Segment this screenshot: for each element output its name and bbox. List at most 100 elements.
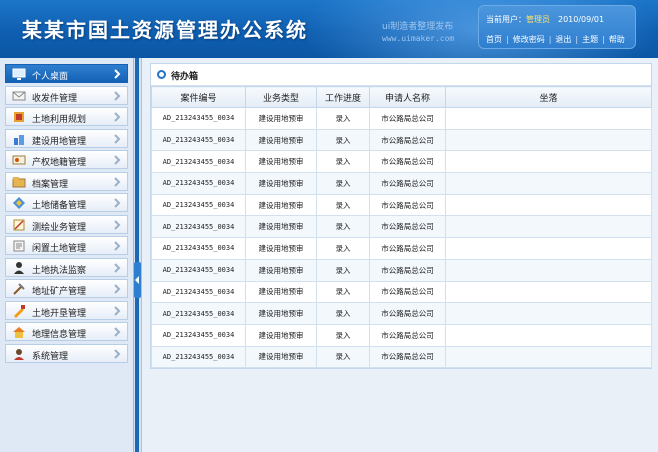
land-reserve-icon (13, 197, 25, 209)
sidebar-item-system[interactable]: 系统管理 (5, 343, 128, 363)
sidebar-item-geo-info[interactable]: 地理信息管理 (5, 322, 128, 341)
sidebar-item-label: 土地利用规划 (32, 115, 87, 125)
todo-panel: 待办箱 案件编号 业务类型 工作进度 申请人名称 坐落 AD_213243455… (150, 63, 652, 369)
table-row[interactable]: AD_213243455_0034 建设用地预审 录入 市公路局总公司 (151, 215, 652, 239)
table-row[interactable]: AD_213243455_0034 建设用地预审 录入 市公路局总公司 (151, 107, 652, 130)
cell-case-number: AD_213243455_0034 (151, 258, 246, 282)
sidebar-item-mail[interactable]: 收发件管理 (5, 85, 128, 105)
table-row[interactable]: AD_213243455_0034 建设用地预审 录入 市公路局总公司 (151, 172, 652, 195)
column-header-case-number[interactable]: 案件编号 (151, 86, 246, 108)
sidebar-item-idle-land[interactable]: 闲置土地管理 (5, 236, 128, 255)
table-row[interactable]: AD_213243455_0034 建设用地预审 录入 市公路局总公司 (151, 258, 652, 282)
chevron-right-icon (114, 219, 121, 230)
table-row[interactable]: AD_213243455_0034 建设用地预审 录入 市公路局总公司 (151, 150, 652, 174)
chevron-right-icon (114, 133, 121, 144)
cell-case-number: AD_213243455_0034 (151, 172, 246, 195)
table-row[interactable]: AD_213243455_0034 建设用地预审 录入 市公路局总公司 (151, 128, 652, 152)
nav-home-link[interactable]: 首页 (486, 35, 502, 44)
chevron-left-icon (135, 276, 139, 284)
splitter-bar (135, 58, 139, 452)
mining-icon (13, 283, 25, 295)
nav-help-link[interactable]: 帮助 (609, 35, 625, 44)
cell-progress: 录入 (316, 237, 370, 260)
user-info: 当前用户：管理员 2010/09/01 (486, 14, 604, 25)
table-row[interactable]: AD_213243455_0034 建设用地预审 录入 市公路局总公司 (151, 280, 652, 304)
watermark-line2: www.uimaker.com (382, 34, 455, 43)
cell-progress: 录入 (316, 150, 370, 174)
sidebar-item-survey[interactable]: 测绘业务管理 (5, 214, 128, 234)
cell-location (445, 323, 652, 347)
cell-business-type: 建设用地预审 (245, 280, 317, 304)
nav-separator: | (575, 35, 579, 44)
sidebar-splitter (134, 58, 142, 452)
cell-progress: 录入 (316, 193, 370, 217)
sidebar-item-property[interactable]: 产权地籍管理 (5, 150, 128, 169)
column-header-business-type[interactable]: 业务类型 (245, 86, 317, 108)
cell-progress: 录入 (316, 128, 370, 152)
cell-case-number: AD_213243455_0034 (151, 237, 246, 260)
sidebar-item-label: 建设用地管理 (32, 136, 87, 147)
chevron-right-icon (114, 155, 121, 165)
chevron-right-icon (114, 198, 121, 208)
cell-business-type: 建设用地预审 (245, 302, 317, 325)
table-row[interactable]: AD_213243455_0034 建设用地预审 录入 市公路局总公司 (151, 323, 652, 347)
cell-progress: 录入 (316, 215, 370, 239)
cell-applicant: 市公路局总公司 (369, 107, 446, 130)
table-row[interactable]: AD_213243455_0034 建设用地预审 录入 市公路局总公司 (151, 193, 652, 217)
table-row[interactable]: AD_213243455_0034 建设用地预审 录入 市公路局总公司 (151, 345, 652, 369)
cell-location (445, 302, 652, 325)
sidebar-item-law-enforcement[interactable]: 土地执法监察 (5, 257, 128, 277)
sidebar-item-mineral[interactable]: 地址矿产管理 (5, 279, 128, 298)
cell-applicant: 市公路局总公司 (369, 237, 446, 260)
sidebar-item-land-reserve[interactable]: 土地储备管理 (5, 193, 128, 212)
sidebar-item-label: 收发件管理 (32, 93, 78, 104)
monitor-icon (12, 68, 26, 80)
admin-icon (14, 348, 24, 360)
watermark: ui制造者整理发布 www.uimaker.com (382, 22, 454, 44)
todo-table: 案件编号 业务类型 工作进度 申请人名称 坐落 AD_213243455_003… (151, 86, 652, 369)
nav-theme-link[interactable]: 主题 (582, 35, 598, 44)
sidebar-item-label: 系统管理 (32, 351, 69, 362)
cell-business-type: 建设用地预审 (245, 107, 317, 130)
cell-case-number: AD_213243455_0034 (151, 150, 246, 174)
collapse-sidebar-handle[interactable] (134, 262, 141, 298)
column-header-applicant[interactable]: 申请人名称 (369, 86, 446, 108)
sidebar-item-personal-desktop[interactable]: 个人桌面 (5, 64, 128, 83)
chevron-right-icon (114, 327, 121, 337)
sidebar-item-label: 地理信息管理 (32, 330, 87, 340)
cell-applicant: 市公路局总公司 (369, 150, 446, 174)
chevron-right-icon (114, 262, 121, 273)
cell-location (445, 150, 652, 174)
chevron-right-icon (114, 90, 121, 101)
sidebar-item-label: 地址矿产管理 (32, 287, 87, 297)
cell-location (445, 345, 652, 369)
cell-case-number: AD_213243455_0034 (151, 193, 246, 217)
cell-progress: 录入 (316, 323, 370, 347)
chevron-right-icon (114, 284, 121, 294)
table-row[interactable]: AD_213243455_0034 建设用地预审 录入 市公路局总公司 (151, 302, 652, 325)
cell-applicant: 市公路局总公司 (369, 323, 446, 347)
sidebar-item-construction-land[interactable]: 建设用地管理 (5, 128, 128, 148)
sidebar-item-reclamation[interactable]: 土地开垦管理 (5, 300, 128, 320)
home-icon (13, 327, 25, 338)
sidebar-item-archive[interactable]: 档案管理 (5, 171, 128, 191)
cell-business-type: 建设用地预审 (245, 193, 317, 217)
cell-applicant: 市公路局总公司 (369, 258, 446, 282)
chevron-right-icon (114, 241, 121, 251)
sidebar-item-label: 测绘业务管理 (32, 222, 87, 233)
table-row[interactable]: AD_213243455_0034 建设用地预审 录入 市公路局总公司 (151, 237, 652, 260)
chevron-right-icon (114, 305, 121, 316)
user-label: 当前用户： (486, 15, 526, 24)
inspector-icon (14, 261, 24, 274)
nav-change-password-link[interactable]: 修改密码 (513, 35, 545, 44)
cell-progress: 录入 (316, 280, 370, 304)
column-header-location[interactable]: 坐落 (445, 86, 652, 108)
cell-progress: 录入 (316, 258, 370, 282)
column-header-progress[interactable]: 工作进度 (316, 86, 370, 108)
nav-logout-link[interactable]: 退出 (555, 35, 571, 44)
cell-applicant: 市公路局总公司 (369, 215, 446, 239)
sidebar-item-land-planning[interactable]: 土地利用规划 (5, 107, 128, 126)
chevron-right-icon (114, 112, 121, 122)
sidebar: 个人桌面 收发件管理 土地利用规划 建设用地管理 产权地籍管理 档案管理 土地储… (0, 58, 134, 452)
sidebar-item-label: 个人桌面 (32, 72, 69, 82)
